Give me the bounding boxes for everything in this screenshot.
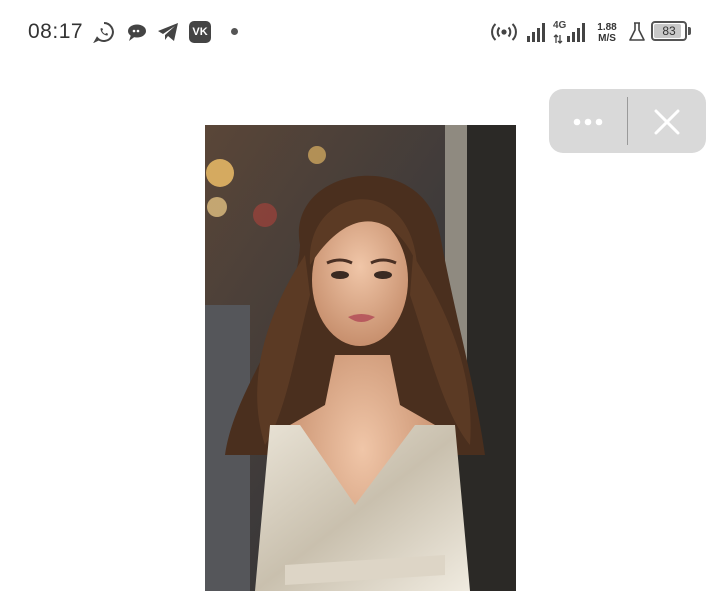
network-speed-unit: M/S xyxy=(598,33,616,44)
portrait-photo xyxy=(205,125,516,591)
network-type: 4G xyxy=(553,20,567,49)
data-arrows-icon xyxy=(553,34,563,44)
battery-indicator: 83 xyxy=(651,21,687,41)
signal-2-icon xyxy=(567,23,585,42)
clock: 08:17 xyxy=(28,20,84,43)
battery-level: 83 xyxy=(662,24,676,38)
vk-icon: VK xyxy=(189,21,211,43)
close-button[interactable] xyxy=(628,89,706,153)
close-icon xyxy=(654,109,680,135)
whatsapp-icon xyxy=(93,22,114,43)
chat-bubbles-icon xyxy=(128,24,146,41)
battery-tip xyxy=(688,27,691,35)
vk-icon-label: VK xyxy=(192,26,208,38)
network-type-label: 4G xyxy=(553,20,567,31)
floating-controls xyxy=(549,89,706,153)
hotspot-icon xyxy=(491,23,517,41)
portrait-image xyxy=(205,125,516,591)
more-dots-icon xyxy=(573,118,603,126)
signal-icon xyxy=(527,23,545,42)
telegram-icon xyxy=(158,23,178,41)
more-options-button[interactable] xyxy=(549,89,627,153)
dot-icon xyxy=(231,28,238,35)
network-speed: 1.88 M/S xyxy=(593,22,621,44)
network-speed-value: 1.88 xyxy=(597,22,617,33)
status-bar: 08:17 VK 4G 1.88 M/S 83 xyxy=(0,0,720,64)
flask-icon xyxy=(629,22,645,41)
